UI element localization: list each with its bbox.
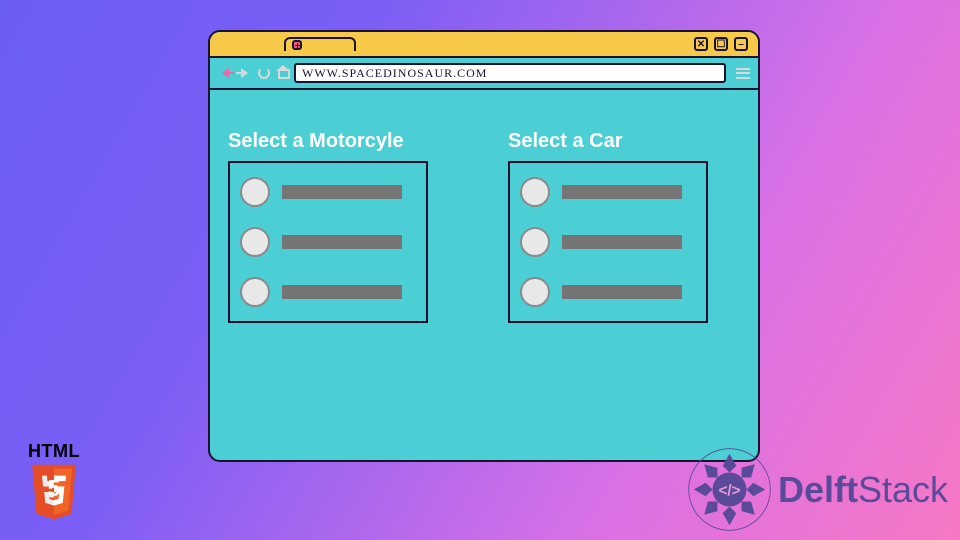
mandala-icon: </>: [687, 447, 772, 532]
titlebar: ✕ ☐ –: [210, 32, 758, 58]
option-placeholder: [562, 285, 682, 299]
address-bar[interactable]: WWW.SPACEDINOSAUR.COM: [294, 63, 726, 83]
content-area: Select a Motorcyle Select a Car: [210, 90, 758, 363]
back-icon[interactable]: [218, 66, 233, 81]
option-row: [240, 177, 412, 207]
option-placeholder: [282, 235, 402, 249]
option-placeholder: [562, 185, 682, 199]
radio-button[interactable]: [520, 227, 550, 257]
reload-icon[interactable]: [256, 66, 271, 81]
delftstack-text: DelftStack: [778, 469, 948, 511]
browser-tab[interactable]: [284, 37, 356, 51]
svg-text:5: 5: [48, 475, 61, 501]
html5-badge: HTML 5: [18, 441, 90, 522]
option-box: [508, 161, 708, 323]
panel-title: Select a Car: [508, 130, 708, 153]
option-placeholder: [282, 185, 402, 199]
html5-label: HTML: [18, 441, 90, 462]
radio-button[interactable]: [520, 177, 550, 207]
forward-icon[interactable]: [237, 66, 252, 81]
tab-area: [284, 37, 356, 51]
maximize-icon[interactable]: ☐: [714, 37, 728, 51]
motorcycle-panel: Select a Motorcyle: [228, 130, 428, 323]
html5-shield-icon: 5: [23, 462, 85, 522]
option-row: [520, 177, 692, 207]
new-tab-icon[interactable]: [292, 40, 302, 50]
menu-icon[interactable]: [736, 68, 750, 79]
delftstack-logo: </> DelftStack: [687, 447, 948, 532]
radio-button[interactable]: [240, 277, 270, 307]
svg-text:</>: </>: [718, 482, 740, 499]
radio-button[interactable]: [240, 177, 270, 207]
toolbar: WWW.SPACEDINOSAUR.COM: [210, 58, 758, 90]
option-placeholder: [562, 235, 682, 249]
minimize-icon[interactable]: –: [734, 37, 748, 51]
car-panel: Select a Car: [508, 130, 708, 323]
option-row: [520, 277, 692, 307]
radio-button[interactable]: [240, 227, 270, 257]
option-row: [520, 227, 692, 257]
radio-button[interactable]: [520, 277, 550, 307]
home-icon[interactable]: [275, 66, 290, 81]
option-row: [240, 227, 412, 257]
browser-window: ✕ ☐ – WWW.SPACEDINOSAUR.COM Select a Mot…: [208, 30, 760, 462]
window-controls: ✕ ☐ –: [694, 37, 748, 51]
option-placeholder: [282, 285, 402, 299]
panel-title: Select a Motorcyle: [228, 130, 428, 153]
option-row: [240, 277, 412, 307]
close-icon[interactable]: ✕: [694, 37, 708, 51]
option-box: [228, 161, 428, 323]
